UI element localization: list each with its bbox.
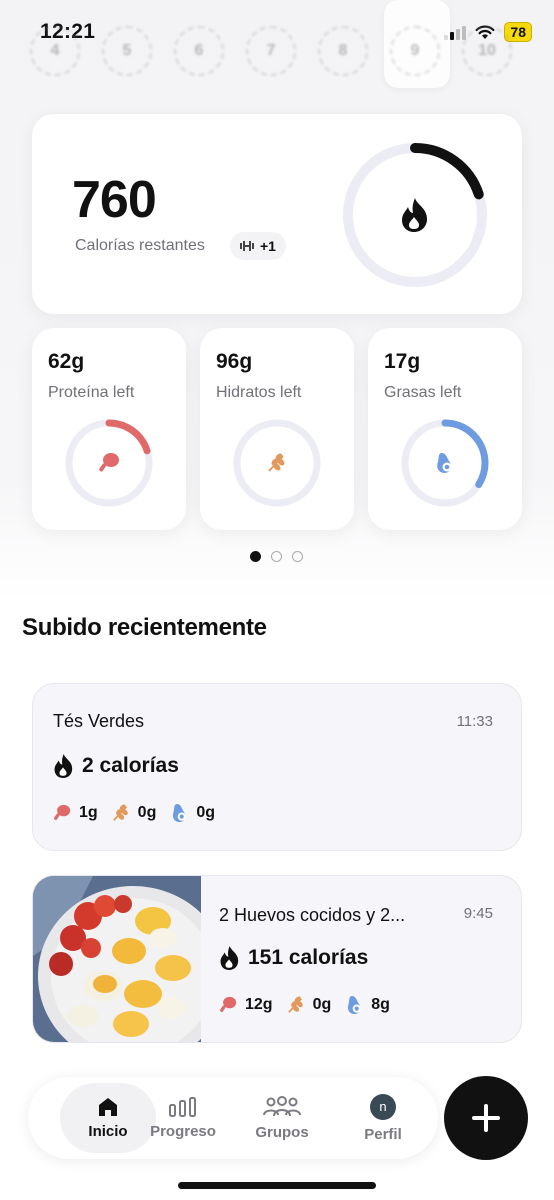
page-dot[interactable] <box>292 551 303 562</box>
fat-ring <box>401 419 489 507</box>
food-macros: 12g 0g 8g <box>219 995 390 1015</box>
food-carbs: 0g <box>312 996 332 1013</box>
protein-label: Proteína left <box>48 384 135 401</box>
plus-icon <box>472 1104 500 1132</box>
nav-item-perfil[interactable]: n Perfil <box>335 1083 431 1153</box>
bottom-nav: Inicio Progreso Grupos n Perfil <box>28 1077 438 1159</box>
page-dot-active[interactable] <box>250 551 261 562</box>
bar-chart-icon <box>169 1096 196 1117</box>
wheat-icon <box>287 996 303 1013</box>
fat-label: Grasas left <box>384 384 462 401</box>
food-protein: 1g <box>79 804 98 821</box>
recent-food-item[interactable]: 2 Huevos cocidos y 2... 9:45 151 caloría… <box>32 875 522 1043</box>
food-time: 11:33 <box>456 713 493 730</box>
activity-badge[interactable]: +1 <box>230 232 286 260</box>
flame-icon <box>220 946 239 970</box>
nav-label-perfil: Perfil <box>364 1125 402 1143</box>
protein-ring <box>65 419 153 507</box>
activity-badge-value: +1 <box>260 238 276 254</box>
macro-card-protein[interactable]: 62g Proteína left <box>32 328 186 530</box>
page-dot[interactable] <box>271 551 282 562</box>
fat-value: 17g <box>384 350 421 373</box>
home-indicator <box>178 1182 376 1189</box>
wheat-icon <box>112 804 128 821</box>
nav-item-progreso[interactable]: Progreso <box>135 1083 231 1153</box>
protein-value: 62g <box>48 350 85 373</box>
food-carbs: 0g <box>137 804 157 821</box>
avatar-letter: n <box>379 1099 387 1114</box>
food-time: 9:45 <box>463 905 493 922</box>
avatar-icon: n <box>370 1093 396 1120</box>
wheat-icon <box>268 453 285 472</box>
day-item[interactable]: 10 <box>462 26 512 76</box>
calories-remaining-value: 760 <box>72 171 157 229</box>
food-name: Tés Verdes <box>53 711 145 731</box>
food-calories: 151 calorías <box>219 946 368 970</box>
day-item[interactable]: 5 <box>102 26 152 76</box>
food-fat: 8g <box>371 996 390 1013</box>
group-icon <box>263 1095 301 1116</box>
page-indicator[interactable] <box>250 551 303 562</box>
calories-remaining-label: Calorías restantes <box>75 237 205 254</box>
day-item[interactable]: 4 <box>30 26 80 76</box>
food-protein: 12g <box>245 996 273 1013</box>
calories-card[interactable]: 760 Calorías restantes +1 <box>32 114 522 314</box>
nav-label-grupos: Grupos <box>255 1123 309 1141</box>
avocado-icon <box>348 996 361 1014</box>
carbs-ring <box>233 419 321 507</box>
drumstick-icon <box>54 804 71 820</box>
avocado-icon <box>173 804 187 822</box>
drumstick-icon <box>99 453 119 472</box>
food-fat: 0g <box>196 804 216 821</box>
add-button[interactable] <box>444 1076 528 1160</box>
nav-label-inicio: Inicio <box>88 1122 128 1140</box>
flame-icon <box>402 198 427 232</box>
section-title: Subido recientemente <box>22 614 267 641</box>
flame-icon <box>54 754 73 778</box>
carbs-label: Hidratos left <box>216 384 302 401</box>
carbs-value: 96g <box>216 350 253 373</box>
food-calories: 2 calorías <box>53 754 179 778</box>
home-icon <box>99 1097 117 1116</box>
drumstick-icon <box>220 996 237 1012</box>
day-item[interactable]: 8 <box>318 26 368 76</box>
recent-food-item[interactable]: Tés Verdes 11:33 2 calorías 1g 0g 0g <box>32 683 522 851</box>
food-calories-value: 2 calorías <box>82 754 179 777</box>
day-item[interactable]: 9 <box>390 26 440 76</box>
food-name: 2 Huevos cocidos y 2... <box>219 905 406 925</box>
day-strip: 4 5 6 7 8 9 10 <box>30 18 530 88</box>
day-item[interactable]: 6 <box>174 26 224 76</box>
nav-item-grupos[interactable]: Grupos <box>234 1083 330 1153</box>
calories-ring <box>343 143 487 287</box>
food-macros: 1g 0g 0g <box>53 803 215 823</box>
macro-card-carbs[interactable]: 96g Hidratos left <box>200 328 354 530</box>
food-photo <box>33 876 201 1042</box>
nav-label-progreso: Progreso <box>150 1122 216 1140</box>
day-item[interactable]: 7 <box>246 26 296 76</box>
food-calories-value: 151 calorías <box>248 946 369 969</box>
avocado-icon <box>437 453 452 473</box>
macro-card-fat[interactable]: 17g Grasas left <box>368 328 522 530</box>
activity-icon <box>240 241 254 251</box>
